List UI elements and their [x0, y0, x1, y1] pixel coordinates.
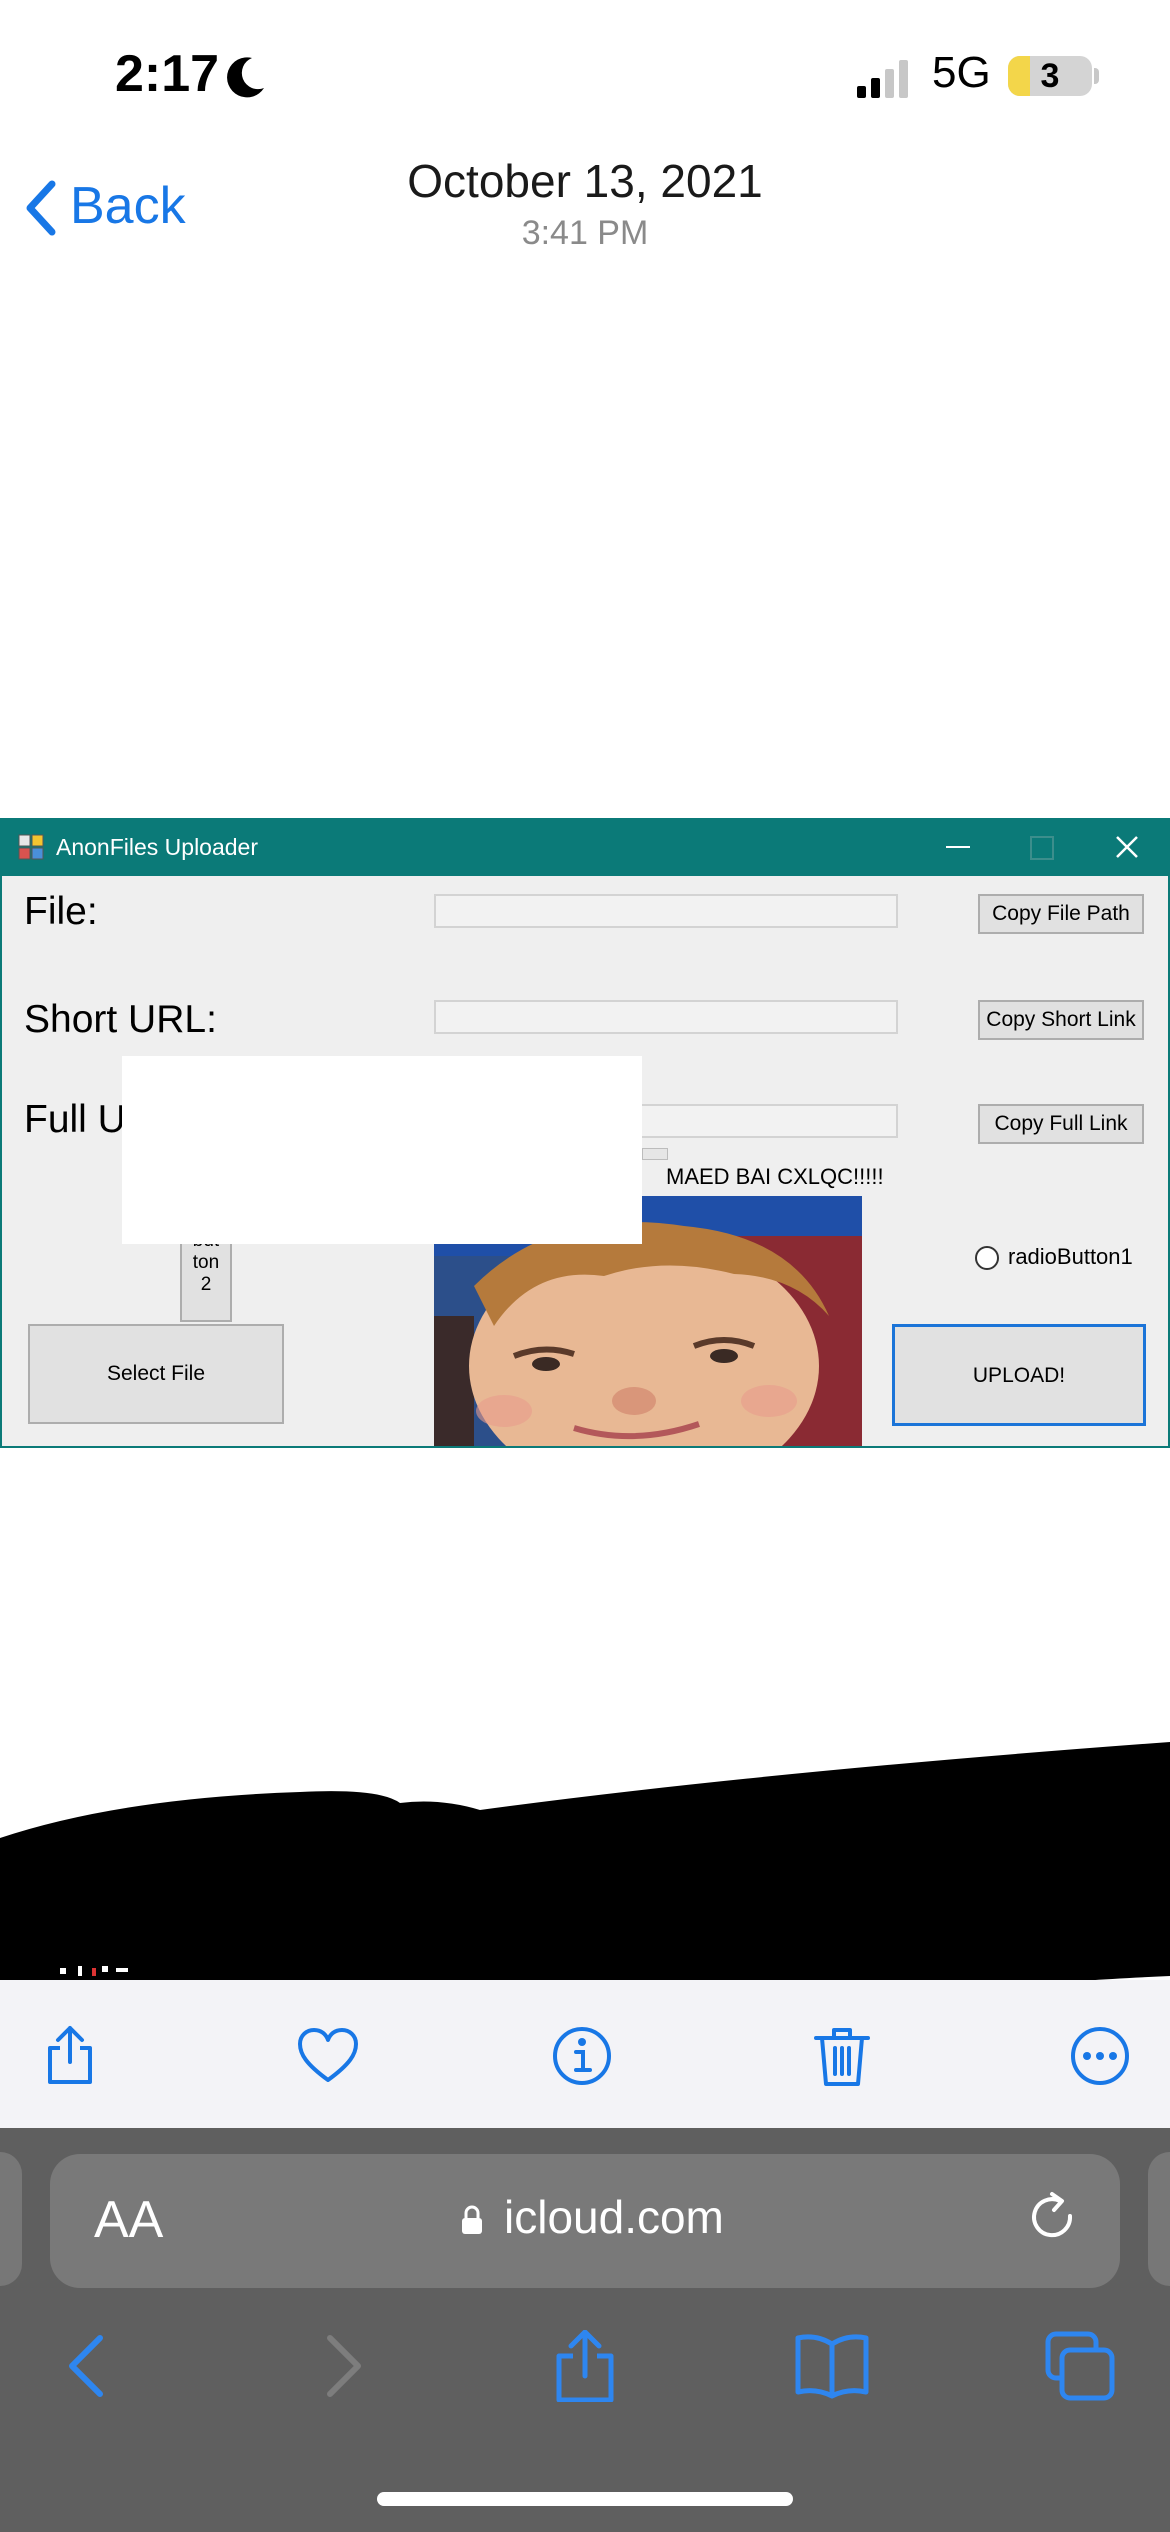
radio-button-label: radioButton1 [1008, 1244, 1133, 1269]
network-type: 5G [932, 48, 991, 97]
home-indicator[interactable] [377, 2492, 793, 2506]
app-window-screenshot: AnonFiles Uploader File: Copy File Path … [0, 818, 1170, 1448]
heart-icon[interactable] [296, 2024, 360, 2088]
close-icon[interactable] [1114, 834, 1140, 860]
copy-full-link-button[interactable]: Copy Full Link [978, 1104, 1144, 1144]
back-button[interactable]: Back [70, 176, 186, 236]
window-title-bar: AnonFiles Uploader [2, 820, 1168, 876]
reader-settings-button[interactable]: AA [94, 2190, 163, 2250]
minimize-icon[interactable] [946, 846, 970, 848]
button-2-line: 2 [200, 1274, 212, 1295]
tabs-icon[interactable] [1040, 2330, 1120, 2402]
meme-caption: MAED BAI CXLQC!!!!! [666, 1164, 884, 1189]
battery-icon: 3 [1008, 56, 1092, 96]
lock-icon [462, 2205, 482, 2234]
full-url-label: Full U [24, 1098, 126, 1141]
battery-level: 3 [1040, 57, 1060, 95]
radio-button[interactable] [975, 1246, 999, 1270]
short-url-label: Short URL: [24, 998, 217, 1041]
trash-icon[interactable] [810, 2024, 874, 2088]
forward-icon [327, 2335, 361, 2397]
info-icon[interactable] [550, 2024, 614, 2088]
copy-short-link-button[interactable]: Copy Short Link [978, 1000, 1144, 1040]
share-icon[interactable] [38, 2024, 102, 2088]
share-icon[interactable] [545, 2330, 625, 2402]
file-path-field[interactable] [434, 894, 898, 928]
status-time: 2:17 [115, 45, 220, 103]
battery-tip [1094, 68, 1099, 84]
app-icon [18, 834, 44, 860]
photo-time: 3:41 PM [521, 214, 649, 252]
signal-icon [857, 60, 908, 98]
white-redaction [122, 1056, 642, 1244]
button-2-line: ton [192, 1252, 220, 1273]
select-file-button[interactable]: Select File [28, 1324, 284, 1424]
progress-bar [642, 1148, 668, 1160]
short-url-field[interactable] [434, 1000, 898, 1034]
bookmarks-icon[interactable] [792, 2330, 872, 2402]
upload-button[interactable]: UPLOAD! [892, 1324, 1146, 1426]
back-icon[interactable] [50, 2330, 130, 2402]
file-label: File: [24, 890, 98, 933]
chevron-left-icon[interactable] [24, 180, 58, 236]
moon-icon [227, 57, 264, 98]
more-icon[interactable] [1068, 2024, 1132, 2088]
copy-file-path-button[interactable]: Copy File Path [978, 894, 1144, 934]
url-text[interactable]: icloud.com [504, 2190, 724, 2244]
photo-date: October 13, 2021 [407, 155, 763, 207]
window-title: AnonFiles Uploader [56, 834, 259, 860]
reload-icon[interactable] [1026, 2190, 1082, 2246]
maximize-icon [1030, 836, 1054, 860]
next-tab-peek[interactable] [1148, 2152, 1170, 2286]
previous-tab-peek[interactable] [0, 2152, 22, 2286]
